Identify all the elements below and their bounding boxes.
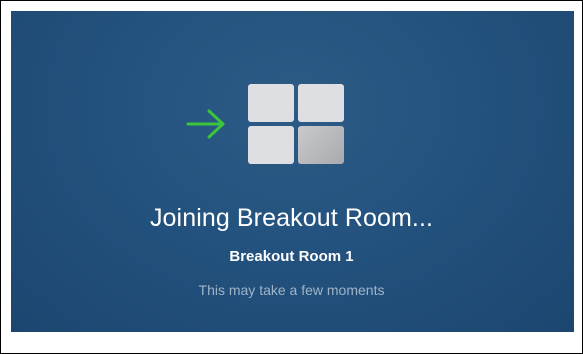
grid-tile [248,126,294,164]
wait-note: This may take a few moments [198,282,385,298]
joining-title: Joining Breakout Room... [149,204,434,232]
screenshot-frame [0,0,583,354]
breakout-room-name: Breakout Room 1 [229,248,354,265]
grid-tile [298,84,344,122]
grid-tile [248,84,294,122]
grid-tile-active [298,126,344,164]
arrow-right-icon [186,109,225,139]
breakout-rooms-grid-icon [248,84,344,164]
